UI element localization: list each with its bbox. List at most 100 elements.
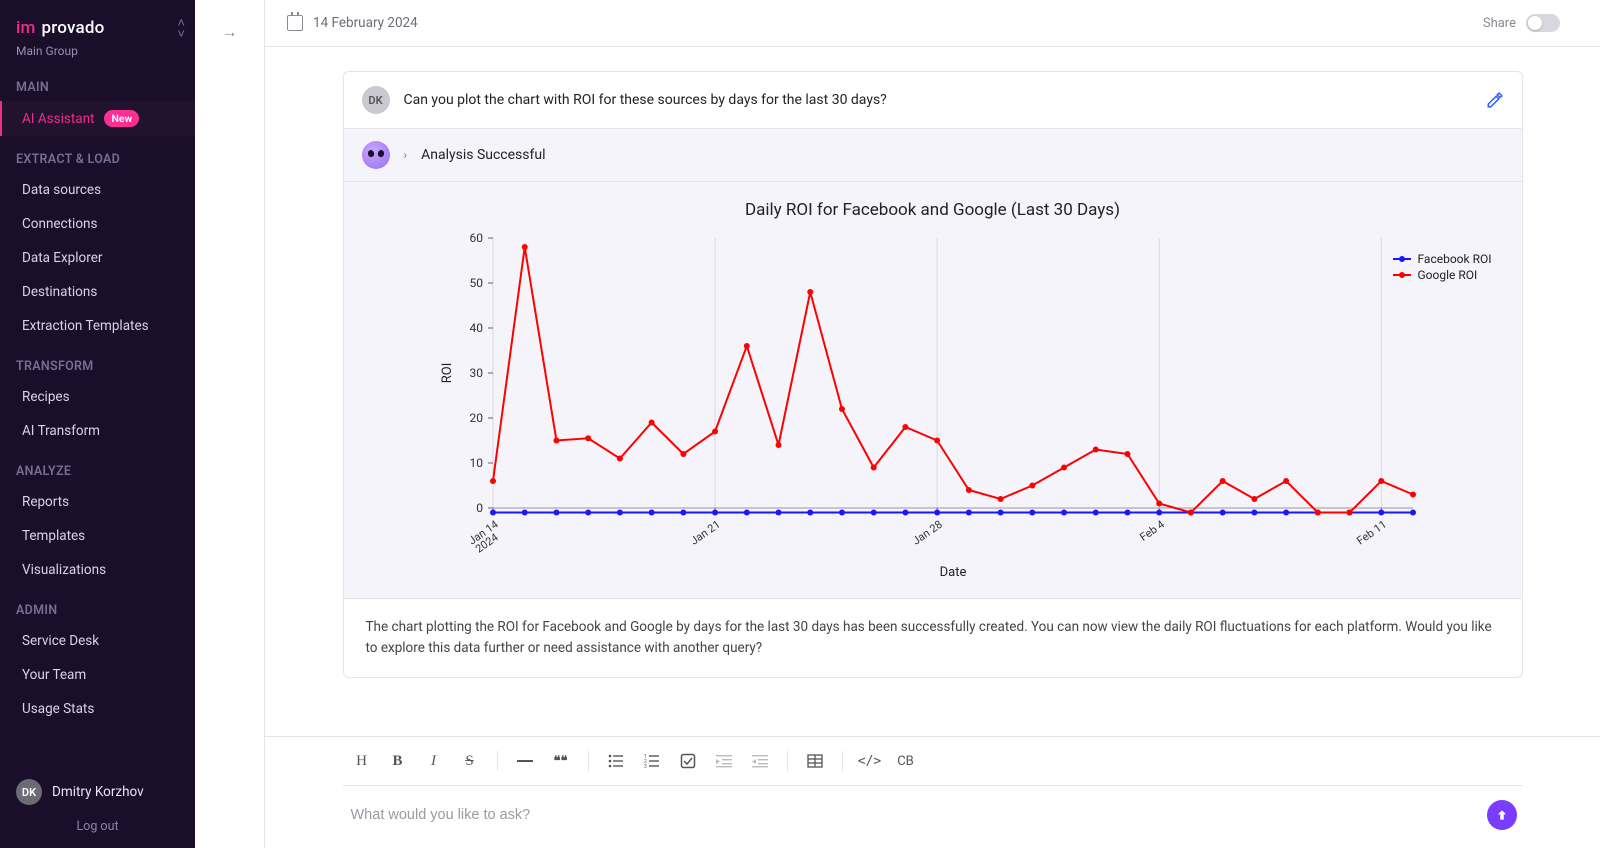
logo-accent: im [16, 18, 36, 38]
svg-text:3: 3 [644, 764, 647, 769]
logout-link[interactable]: Log out [16, 811, 179, 836]
legend-swatch [1393, 274, 1411, 276]
chart-title: Daily ROI for Facebook and Google (Last … [354, 200, 1512, 220]
outdent-button[interactable] [745, 747, 775, 775]
heading-button[interactable]: H [347, 747, 377, 775]
message-card: DK Can you plot the chart with ROI for t… [343, 71, 1523, 678]
sidebar-item-label: Templates [22, 528, 85, 544]
composer: H B I S ❝❝ 123 </> CB [265, 736, 1600, 848]
sidebar-header: improvado ˄˅ Main Group [0, 0, 195, 64]
checklist-button[interactable] [673, 747, 703, 775]
svg-text:Jan 21: Jan 21 [688, 518, 723, 548]
code-button[interactable]: </> [855, 747, 885, 775]
legend-swatch [1393, 258, 1411, 260]
assistant-explanation: The chart plotting the ROI for Facebook … [344, 598, 1522, 677]
sidebar: improvado ˄˅ Main Group MAINAI Assistant… [0, 0, 195, 848]
svg-text:60: 60 [469, 231, 483, 245]
sidebar-item-ai-transform[interactable]: AI Transform [0, 414, 195, 448]
sidebar-item-reports[interactable]: Reports [0, 485, 195, 519]
codeblock-button[interactable]: CB [891, 747, 921, 775]
svg-text:ROI: ROI [440, 363, 455, 384]
sidebar-item-destinations[interactable]: Destinations [0, 275, 195, 309]
user-prompt: Can you plot the chart with ROI for thes… [404, 92, 1472, 108]
content: DK Can you plot the chart with ROI for t… [265, 47, 1600, 736]
edit-prompt-icon[interactable] [1486, 91, 1504, 109]
sidebar-section-title: EXTRACT & LOAD [0, 136, 195, 173]
svg-text:40: 40 [469, 321, 483, 335]
sidebar-item-label: Extraction Templates [22, 318, 149, 334]
sidebar-item-data-explorer[interactable]: Data Explorer [0, 241, 195, 275]
user-message-row: DK Can you plot the chart with ROI for t… [344, 72, 1522, 129]
user-avatar: DK [16, 779, 42, 805]
arrow-up-icon [1495, 808, 1509, 822]
svg-text:Feb 11: Feb 11 [1354, 518, 1389, 548]
sidebar-user[interactable]: DK Dmitry Korzhov [16, 773, 179, 811]
sidebar-item-connections[interactable]: Connections [0, 207, 195, 241]
sidebar-item-extraction-templates[interactable]: Extraction Templates [0, 309, 195, 343]
horizontal-rule-icon [517, 760, 533, 762]
strike-button[interactable]: S [455, 747, 485, 775]
legend-label: Google ROI [1417, 268, 1477, 282]
sidebar-item-label: Connections [22, 216, 97, 232]
bold-button[interactable]: B [383, 747, 413, 775]
sidebar-item-label: AI Assistant [22, 111, 94, 127]
analysis-status-row[interactable]: › Analysis Successful [344, 129, 1522, 182]
format-toolbar: H B I S ❝❝ 123 </> CB [343, 737, 1523, 786]
date-label: 14 February 2024 [313, 15, 418, 31]
date-picker[interactable]: 14 February 2024 [287, 15, 418, 31]
sidebar-item-service-desk[interactable]: Service Desk [0, 624, 195, 658]
ask-input[interactable] [349, 806, 1487, 824]
bullet-list-button[interactable] [601, 747, 631, 775]
sidebar-item-your-team[interactable]: Your Team [0, 658, 195, 692]
svg-text:0: 0 [476, 501, 483, 515]
collapse-arrow-icon[interactable]: → [222, 22, 238, 848]
ask-row [343, 786, 1523, 830]
sidebar-item-label: Usage Stats [22, 701, 94, 717]
hr-button[interactable] [510, 747, 540, 775]
sidebar-item-label: Your Team [22, 667, 86, 683]
share-toggle[interactable] [1526, 14, 1560, 32]
svg-text:30: 30 [469, 366, 483, 380]
sidebar-item-label: Data Explorer [22, 250, 102, 266]
share-control: Share [1483, 14, 1560, 32]
sidebar-item-ai-assistant[interactable]: AI AssistantNew [0, 101, 195, 136]
user-avatar-small: DK [362, 86, 390, 114]
quote-button[interactable]: ❝❝ [546, 747, 576, 775]
group-name[interactable]: Main Group [16, 44, 179, 58]
sidebar-item-usage-stats[interactable]: Usage Stats [0, 692, 195, 726]
chart-svg: 0102030405060ROIJan 142024Jan 21Jan 28Fe… [433, 228, 1433, 588]
sidebar-item-label: Visualizations [22, 562, 106, 578]
sidebar-footer: DK Dmitry Korzhov Log out [0, 763, 195, 848]
group-switch-icon[interactable]: ˄˅ [177, 18, 185, 40]
sidebar-item-label: Destinations [22, 284, 97, 300]
italic-button[interactable]: I [419, 747, 449, 775]
logo: improvado [16, 18, 179, 38]
send-button[interactable] [1487, 800, 1517, 830]
share-label: Share [1483, 16, 1516, 31]
sidebar-item-label: Reports [22, 494, 69, 510]
chevron-right-icon: › [404, 148, 408, 162]
sidebar-section-title: ANALYZE [0, 448, 195, 485]
sidebar-item-label: Service Desk [22, 633, 99, 649]
indent-button[interactable] [709, 747, 739, 775]
collapse-bar: → [195, 0, 265, 848]
legend-item: Google ROI [1393, 268, 1491, 282]
legend-item: Facebook ROI [1393, 252, 1491, 266]
svg-text:10: 10 [469, 456, 483, 470]
svg-text:50: 50 [469, 276, 483, 290]
svg-text:Jan 28: Jan 28 [910, 518, 945, 548]
assistant-avatar-icon [362, 141, 390, 169]
calendar-icon [287, 15, 303, 31]
sidebar-section-title: ADMIN [0, 587, 195, 624]
sidebar-item-templates-analyze[interactable]: Templates [0, 519, 195, 553]
ordered-list-button[interactable]: 123 [637, 747, 667, 775]
legend-label: Facebook ROI [1417, 252, 1491, 266]
table-button[interactable] [800, 747, 830, 775]
sidebar-section-title: MAIN [0, 64, 195, 101]
sidebar-item-data-sources[interactable]: Data sources [0, 173, 195, 207]
sidebar-item-label: Data sources [22, 182, 101, 198]
user-name: Dmitry Korzhov [52, 784, 144, 800]
sidebar-item-label: Recipes [22, 389, 70, 405]
sidebar-item-recipes[interactable]: Recipes [0, 380, 195, 414]
sidebar-item-visualizations[interactable]: Visualizations [0, 553, 195, 587]
